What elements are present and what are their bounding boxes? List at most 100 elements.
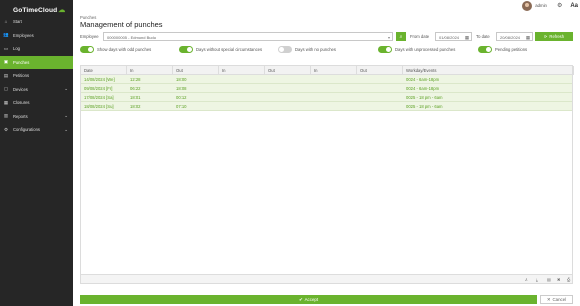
sidebar-item-configurations[interactable]: ⚙ Configurations ⌄ (0, 123, 73, 137)
chevron-down-icon: ⌄ (64, 113, 68, 119)
toggle-label: Days with unprocessed punches (395, 47, 456, 52)
column-header[interactable]: Date (81, 66, 127, 75)
table-cell: 0025 - 18 pm - 6am (406, 95, 443, 100)
from-date-input[interactable]: 01/08/2024 ▦ (435, 32, 472, 41)
column-header[interactable]: In (127, 66, 173, 75)
toggle-switch[interactable] (478, 46, 492, 53)
accept-button[interactable]: ✔ Accept (80, 295, 537, 304)
table-row[interactable]: 09/08/2024 [Fr] 06:22 18:08 0024 - 6am-18pm (81, 84, 572, 93)
toggle-switch[interactable] (80, 46, 94, 53)
sidebar-item-reports[interactable]: ▥ Reports ⌄ (0, 110, 73, 124)
toggle-5[interactable]: Pending petitions (478, 46, 527, 53)
column-header[interactable]: Out (265, 66, 311, 75)
toggle-label: Days with no punches (295, 47, 336, 52)
column-header[interactable]: In (311, 66, 357, 75)
table-cell (357, 84, 403, 93)
home-icon: ⌂ (4, 19, 8, 25)
table-cell: 18/08/2024 [Su] (84, 104, 114, 109)
table-cell (219, 75, 265, 84)
from-date-label: From date (410, 34, 430, 39)
to-date-label: To date (476, 34, 490, 39)
sidebar-item-label: Start (13, 19, 22, 25)
table-cell (265, 93, 311, 102)
toggle-switch[interactable] (278, 46, 292, 53)
user-name[interactable]: admin (535, 3, 547, 8)
table-row[interactable]: 18/08/2024 [Su] 18:02 07:10 0025 - 18 pm - … (81, 102, 572, 111)
column-header[interactable]: Out (357, 66, 403, 75)
employee-select[interactable]: 000000005 - Edmund Budu ▾ (103, 32, 393, 41)
toggle-1[interactable]: Show days with odd punches (80, 46, 151, 53)
search-button[interactable]: ⌕ (396, 32, 406, 41)
table-toolbar: ⅄ ⤓ ▤ ✖ ⎙ (81, 274, 572, 283)
sidebar-menu: ⌂ Start 👥 Employees ▭ Log ▣ Punches ▤ Petitions ▢ D… (0, 15, 73, 137)
sidebar-item-label: Closures (13, 100, 30, 106)
table-cell: 18:01 (130, 95, 141, 100)
column-header[interactable]: In (219, 66, 265, 75)
refresh-button[interactable]: ⟳ Refresh (535, 32, 573, 41)
sidebar-item-start[interactable]: ⌂ Start (0, 15, 73, 29)
toggle-switch[interactable] (378, 46, 392, 53)
table-cell: 0024 - 6am-18pm (406, 86, 440, 91)
table-cell (311, 93, 357, 102)
column-header[interactable]: Workday/Events (403, 66, 574, 75)
table-cell: 18:02 (130, 104, 141, 109)
petitions-icon: ▤ (3, 72, 9, 78)
close-icon: ✕ (546, 296, 551, 302)
cancel-button[interactable]: ✕ Cancel (540, 295, 573, 304)
to-date-value: 20/08/2024 (500, 35, 521, 40)
font-size-button[interactable]: Aa (570, 3, 578, 9)
print-icon[interactable]: ⎙ (567, 277, 570, 282)
search-icon: ⌕ (399, 33, 403, 40)
sidebar-item-log[interactable]: ▭ Log (0, 42, 73, 56)
sidebar: GoTimeCloud ☁ ⌂ Start 👥 Employees ▭ Log ▣ Punche… (0, 0, 73, 306)
cloud-icon: ☁ (58, 7, 66, 14)
sidebar-item-closures[interactable]: ▦ Closures (0, 96, 73, 110)
table-cell (219, 93, 265, 102)
columns-icon[interactable]: ▤ (547, 277, 551, 282)
excel-icon[interactable]: ✖ (557, 277, 561, 282)
table-cell: 09/08/2024 [Fr] (84, 86, 113, 91)
table-cell (357, 93, 403, 102)
table-cell (219, 84, 265, 93)
devices-icon: ▢ (3, 86, 9, 92)
toggle-switch[interactable] (179, 46, 193, 53)
table-header: Date In Out In Out In Out Workday/Events (81, 66, 574, 75)
sidebar-item-label: Punches (13, 59, 30, 65)
employee-label: Employee (80, 34, 99, 39)
sidebar-item-employees[interactable]: 👥 Employees (0, 29, 73, 43)
from-date-value: 01/08/2024 (439, 35, 460, 40)
chevron-down-icon: ▾ (387, 35, 390, 40)
check-icon: ✔ (298, 296, 303, 302)
topbar: admin ⚙ Aa (73, 0, 580, 12)
calendar-icon: ▦ (464, 34, 469, 40)
sidebar-item-label: Reports (13, 113, 28, 119)
table-row[interactable]: 14/08/2024 [We] 12:28 18:00 0024 - 6am-18pm (81, 75, 572, 84)
toggle-4[interactable]: Days with unprocessed punches (378, 46, 455, 53)
table-cell: 12:28 (130, 77, 141, 82)
topbar-right: admin ⚙ Aa (522, 0, 578, 11)
filter-bar: Employee 000000005 - Edmund Budu ▾ ⌕ Fro… (80, 32, 580, 41)
closures-icon: ▦ (3, 99, 9, 105)
to-date-input[interactable]: 20/08/2024 ▦ (496, 32, 533, 41)
table-cell (219, 102, 265, 111)
download-icon[interactable]: ⤓ (536, 277, 538, 282)
gear-icon: ⚙ (3, 126, 9, 132)
table-cell (311, 75, 357, 84)
refresh-label: Refresh (549, 34, 565, 39)
filter-icon[interactable]: ⅄ (525, 277, 528, 282)
sidebar-item-punches[interactable]: ▣ Punches (0, 55, 73, 69)
table-row[interactable]: 17/08/2024 [Sa] 18:01 00:12 0025 - 18 pm - … (81, 93, 572, 102)
column-header[interactable]: Out (173, 66, 219, 75)
employee-select-value: 000000005 - Edmund Budu (107, 35, 156, 40)
sidebar-item-devices[interactable]: ▢ Devices ⌄ (0, 83, 73, 97)
toggle-2[interactable]: Days without special circumstances (179, 46, 262, 53)
sidebar-item-label: Petitions (13, 73, 30, 79)
chevron-down-icon: ⌄ (64, 126, 68, 132)
sidebar-item-petitions[interactable]: ▤ Petitions (0, 69, 73, 83)
gear-icon[interactable]: ⚙ (557, 2, 562, 9)
refresh-icon: ⟳ (543, 34, 548, 39)
toggle-3[interactable]: Days with no punches (278, 46, 336, 53)
reports-icon: ▥ (3, 113, 9, 119)
filter-toggles: Show days with odd punches Days without s… (80, 46, 580, 54)
avatar[interactable] (522, 0, 533, 11)
